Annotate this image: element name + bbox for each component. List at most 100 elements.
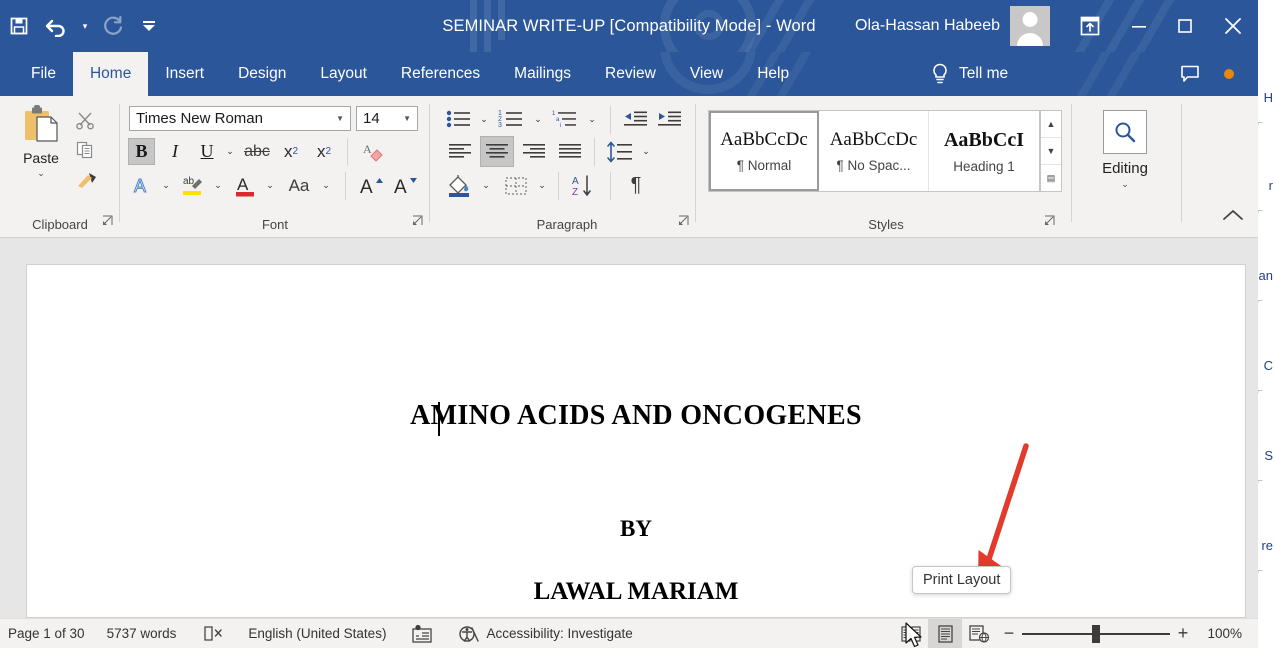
- redo-button[interactable]: [94, 6, 132, 46]
- language-indicator[interactable]: English (United States): [248, 626, 386, 641]
- quick-access-toolbar[interactable]: ▾: [0, 0, 166, 52]
- show-formatting-marks-button[interactable]: ¶: [620, 172, 652, 199]
- page-indicator[interactable]: Page 1 of 30: [8, 626, 85, 641]
- shrink-font-button[interactable]: A: [390, 172, 420, 199]
- editor-card-button[interactable]: [410, 624, 434, 644]
- tab-home[interactable]: Home: [72, 52, 149, 96]
- font-color-button[interactable]: A: [230, 172, 260, 200]
- proofing-status-button[interactable]: [202, 624, 224, 644]
- superscript-button[interactable]: x2: [310, 138, 338, 165]
- align-left-button[interactable]: [444, 138, 476, 165]
- strikethrough-button[interactable]: abc: [242, 138, 272, 165]
- cut-button[interactable]: [72, 108, 98, 132]
- tab-view[interactable]: View: [673, 52, 740, 96]
- chevron-down-icon[interactable]: ▼: [336, 114, 344, 123]
- document-author[interactable]: LAWAL MARIAM: [27, 578, 1245, 606]
- chevron-down-icon[interactable]: ⌄: [1121, 180, 1129, 189]
- save-button[interactable]: [0, 6, 38, 46]
- align-right-button[interactable]: [518, 138, 550, 165]
- numbering-button[interactable]: 1 2 3: [496, 106, 528, 132]
- accessibility-button[interactable]: [458, 624, 480, 644]
- minimize-button[interactable]: [1116, 0, 1162, 52]
- document-canvas[interactable]: AMINO ACIDS AND ONCOGENES BY LAWAL MARIA…: [0, 238, 1258, 618]
- numbering-dropdown-arrow[interactable]: ⌄: [530, 106, 546, 132]
- tab-layout[interactable]: Layout: [303, 52, 384, 96]
- maximize-button[interactable]: [1162, 0, 1208, 52]
- status-bar[interactable]: Page 1 of 30 5737 words English (United …: [0, 618, 1258, 648]
- account-name[interactable]: Ola-Hassan Habeeb: [855, 17, 1000, 35]
- tab-insert[interactable]: Insert: [148, 52, 221, 96]
- customize-qat-button[interactable]: [132, 6, 166, 46]
- font-dialog-launcher[interactable]: [412, 214, 424, 232]
- paste-button[interactable]: Paste ⌄: [10, 104, 72, 178]
- avatar[interactable]: [1010, 6, 1050, 46]
- title-bar[interactable]: ▾ SEMINAR WRITE-UP [Compatibility Mode] …: [0, 0, 1258, 52]
- line-spacing-button[interactable]: [604, 138, 636, 165]
- text-highlight-button[interactable]: ab: [178, 172, 208, 200]
- collapse-ribbon-button[interactable]: [1222, 208, 1244, 227]
- chevron-down-icon[interactable]: ▼: [403, 114, 411, 123]
- style-item-no-spacing[interactable]: AaBbCcDc ¶ No Spac...: [819, 111, 929, 191]
- document-heading[interactable]: AMINO ACIDS AND ONCOGENES: [27, 400, 1245, 432]
- zoom-level[interactable]: 100%: [1196, 626, 1242, 641]
- underline-button[interactable]: U: [194, 138, 220, 165]
- tab-mailings[interactable]: Mailings: [497, 52, 588, 96]
- styles-dialog-launcher[interactable]: [1044, 214, 1056, 232]
- line-spacing-dropdown-arrow[interactable]: ⌄: [638, 138, 654, 165]
- shading-dropdown-arrow[interactable]: ⌄: [478, 172, 494, 199]
- font-color-dropdown-arrow[interactable]: ⌄: [262, 172, 278, 199]
- copy-button[interactable]: [72, 138, 98, 162]
- close-button[interactable]: [1208, 0, 1258, 52]
- zoom-out-button[interactable]: −: [996, 623, 1022, 644]
- styles-more-button[interactable]: ▤: [1041, 165, 1061, 191]
- subscript-button[interactable]: x2: [277, 138, 305, 165]
- text-effects-button[interactable]: A: [128, 172, 156, 199]
- styles-scrollbar[interactable]: ▲ ▼ ▤: [1040, 110, 1062, 192]
- format-painter-button[interactable]: [72, 168, 102, 192]
- highlight-dropdown-arrow[interactable]: ⌄: [210, 172, 226, 199]
- style-item-normal[interactable]: AaBbCcDc ¶ Normal: [709, 111, 819, 191]
- tab-file[interactable]: File: [14, 52, 73, 96]
- increase-indent-button[interactable]: [654, 106, 684, 132]
- borders-dropdown-arrow[interactable]: ⌄: [534, 172, 550, 199]
- tab-design[interactable]: Design: [221, 52, 303, 96]
- ribbon-display-options-button[interactable]: [1064, 0, 1116, 52]
- zoom-slider-thumb[interactable]: [1092, 624, 1100, 643]
- tab-references[interactable]: References: [384, 52, 497, 96]
- styles-gallery[interactable]: AaBbCcDc ¶ Normal AaBbCcDc ¶ No Spac... …: [708, 110, 1040, 192]
- multilevel-list-button[interactable]: 1 a i: [550, 106, 582, 132]
- change-case-dropdown-arrow[interactable]: ⌄: [318, 172, 334, 199]
- underline-dropdown-arrow[interactable]: ⌄: [222, 138, 238, 165]
- bullets-button[interactable]: [444, 106, 474, 132]
- paragraph-dialog-launcher[interactable]: [678, 214, 690, 232]
- multilevel-dropdown-arrow[interactable]: ⌄: [584, 106, 600, 132]
- style-item-heading-1[interactable]: AaBbCcI Heading 1: [929, 111, 1039, 191]
- bold-button[interactable]: B: [128, 138, 155, 165]
- ribbon-tabs[interactable]: File Home Insert Design Layout Reference…: [0, 52, 1258, 96]
- borders-button[interactable]: [500, 172, 532, 199]
- grow-font-button[interactable]: A: [356, 172, 386, 199]
- print-layout-view-button[interactable]: [928, 618, 962, 648]
- undo-button[interactable]: [38, 6, 76, 46]
- decrease-indent-button[interactable]: [620, 106, 650, 132]
- styles-scroll-down-button[interactable]: ▼: [1041, 138, 1061, 165]
- comments-button[interactable]: [1168, 52, 1212, 96]
- font-family-input[interactable]: Times New Roman ▼: [129, 106, 351, 131]
- clipboard-dialog-launcher[interactable]: [102, 214, 114, 232]
- italic-button[interactable]: I: [162, 138, 188, 165]
- align-center-button[interactable]: [480, 136, 514, 167]
- font-size-input[interactable]: 14 ▼: [356, 106, 418, 131]
- chevron-down-icon[interactable]: ⌄: [37, 169, 45, 178]
- accessibility-status[interactable]: Accessibility: Investigate: [486, 626, 632, 641]
- document-byline[interactable]: BY: [27, 516, 1245, 542]
- word-count[interactable]: 5737 words: [107, 626, 177, 641]
- sort-button[interactable]: A Z: [568, 172, 600, 199]
- tab-help[interactable]: Help: [740, 52, 806, 96]
- undo-dropdown-arrow[interactable]: ▾: [76, 6, 94, 46]
- shading-button[interactable]: [444, 172, 476, 199]
- text-effects-dropdown-arrow[interactable]: ⌄: [158, 172, 174, 199]
- document-page[interactable]: AMINO ACIDS AND ONCOGENES BY LAWAL MARIA…: [26, 264, 1246, 618]
- justify-button[interactable]: [554, 138, 586, 165]
- read-mode-view-button[interactable]: [894, 619, 928, 648]
- bullets-dropdown-arrow[interactable]: ⌄: [476, 106, 492, 132]
